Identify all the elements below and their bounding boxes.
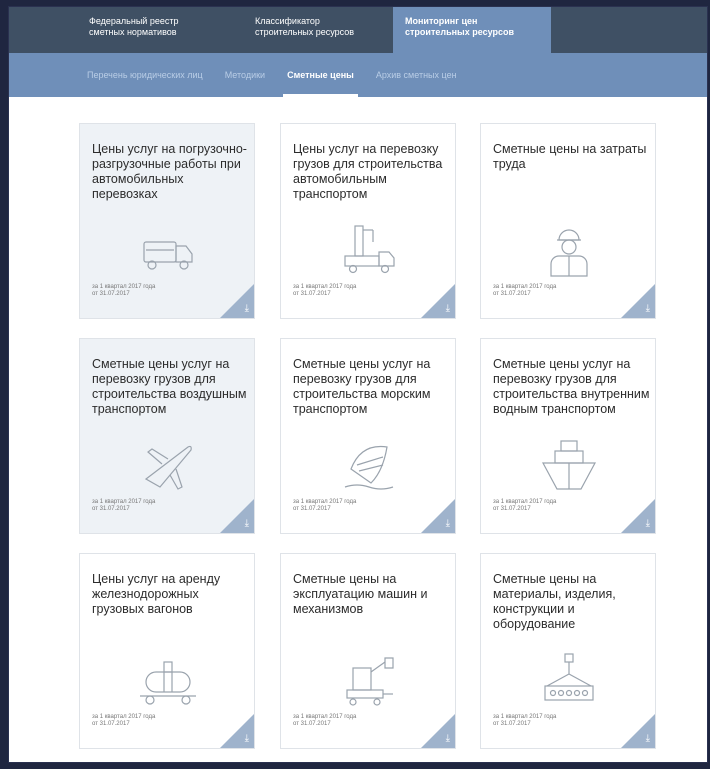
subnav-estimated-prices[interactable]: Сметные цены xyxy=(283,53,358,97)
sea-ship-icon xyxy=(333,435,405,495)
download-icon[interactable]: ⤓ xyxy=(646,734,650,744)
card-date: за 1 квартал 2017 года от 31.07.2017 xyxy=(493,499,556,513)
card-river-transport[interactable]: Сметные цены услуг на перевозку грузов д… xyxy=(480,338,656,534)
date-line: от 31.07.2017 xyxy=(493,506,531,512)
worker-icon xyxy=(533,220,605,280)
download-icon[interactable]: ⤓ xyxy=(446,304,450,314)
date-line: от 31.07.2017 xyxy=(293,291,331,297)
card-machines[interactable]: Сметные цены на эксплуатацию машин и мех… xyxy=(280,553,456,749)
download-icon[interactable]: ⤓ xyxy=(646,519,650,529)
card-title: Сметные цены услуг на перевозку грузов д… xyxy=(92,357,247,416)
subnav-price-archive[interactable]: Архив сметных цен xyxy=(376,53,457,97)
tab-federal-registry[interactable]: Федеральный реестр сметных нормативов xyxy=(77,7,243,53)
tab-label: Федеральный реестр xyxy=(89,16,179,26)
card-title: Цены услуг на погрузочно-разгрузочные ра… xyxy=(92,142,247,201)
excavator-icon xyxy=(333,650,405,710)
truck-icon xyxy=(132,220,204,280)
tab-label: строительных ресурсов xyxy=(405,27,515,37)
tab-label: строительных ресурсов xyxy=(255,27,355,37)
tab-classifier[interactable]: Классификатор строительных ресурсов xyxy=(243,7,393,53)
card-title: Сметные цены на материалы, изделия, конс… xyxy=(493,572,616,631)
card-title: Сметные цены услуг на перевозку грузов д… xyxy=(293,357,431,416)
card-sea-transport[interactable]: Сметные цены услуг на перевозку грузов д… xyxy=(280,338,456,534)
download-icon[interactable]: ⤓ xyxy=(245,519,249,529)
date-line: за 1 квартал 2017 года xyxy=(92,284,156,290)
card-labor-costs[interactable]: Сметные цены на затраты труда за 1 кварт… xyxy=(480,123,656,319)
card-materials[interactable]: Сметные цены на материалы, изделия, конс… xyxy=(480,553,656,749)
crane-truck-icon xyxy=(333,220,405,280)
tab-label: Классификатор xyxy=(255,16,320,26)
subnav-legal-entities[interactable]: Перечень юридических лиц xyxy=(87,53,203,97)
card-auto-transport[interactable]: Цены услуг на перевозку грузов для строи… xyxy=(280,123,456,319)
download-icon[interactable]: ⤓ xyxy=(245,734,249,744)
subnav-methods[interactable]: Методики xyxy=(225,53,265,97)
card-title: Цены услуг на аренду железнодорожных гру… xyxy=(92,572,221,616)
date-line: за 1 квартал 2017 года xyxy=(493,284,557,290)
card-air-transport[interactable]: Сметные цены услуг на перевозку грузов д… xyxy=(79,338,255,534)
download-icon[interactable]: ⤓ xyxy=(245,304,249,314)
date-line: за 1 квартал 2017 года xyxy=(493,499,557,505)
date-line: от 31.07.2017 xyxy=(293,506,331,512)
date-line: от 31.07.2017 xyxy=(92,291,130,297)
card-date: за 1 квартал 2017 года от 31.07.2017 xyxy=(92,499,155,513)
download-icon[interactable]: ⤓ xyxy=(446,519,450,529)
rail-tank-car-icon xyxy=(132,650,204,710)
card-rail-wagons[interactable]: Цены услуг на аренду железнодорожных гру… xyxy=(79,553,255,749)
card-grid: Цены услуг на погрузочно-разгрузочные ра… xyxy=(9,97,707,762)
card-date: за 1 квартал 2017 года от 31.07.2017 xyxy=(493,284,556,298)
sub-navigation: Перечень юридических лиц Методики Сметны… xyxy=(9,53,707,97)
date-line: за 1 квартал 2017 года xyxy=(493,714,557,720)
date-line: за 1 квартал 2017 года xyxy=(293,499,357,505)
card-date: за 1 квартал 2017 года от 31.07.2017 xyxy=(293,499,356,513)
tab-label: сметных нормативов xyxy=(89,27,177,37)
card-date: за 1 квартал 2017 года от 31.07.2017 xyxy=(293,284,356,298)
date-line: за 1 квартал 2017 года xyxy=(92,714,156,720)
card-loading-services[interactable]: Цены услуг на погрузочно-разгрузочные ра… xyxy=(79,123,255,319)
date-line: от 31.07.2017 xyxy=(493,721,531,727)
top-navigation: Федеральный реестр сметных нормативов Кл… xyxy=(9,7,707,53)
date-line: от 31.07.2017 xyxy=(293,721,331,727)
date-line: от 31.07.2017 xyxy=(493,291,531,297)
airplane-icon xyxy=(132,435,204,495)
card-title: Сметные цены услуг на перевозку грузов д… xyxy=(493,357,650,416)
date-line: за 1 квартал 2017 года xyxy=(293,714,357,720)
river-ship-icon xyxy=(533,435,605,495)
page-frame: Федеральный реестр сметных нормативов Кл… xyxy=(8,6,708,763)
tab-label: Мониторинг цен xyxy=(405,16,478,26)
crane-load-icon xyxy=(533,650,605,710)
date-line: от 31.07.2017 xyxy=(92,506,130,512)
tab-price-monitoring[interactable]: Мониторинг цен строительных ресурсов xyxy=(393,7,551,53)
date-line: от 31.07.2017 xyxy=(92,721,130,727)
card-date: за 1 квартал 2017 года от 31.07.2017 xyxy=(293,714,356,728)
card-title: Сметные цены на затраты труда xyxy=(493,142,647,171)
download-icon[interactable]: ⤓ xyxy=(446,734,450,744)
date-line: за 1 квартал 2017 года xyxy=(293,284,357,290)
card-title: Цены услуг на перевозку грузов для строи… xyxy=(293,142,443,201)
card-date: за 1 квартал 2017 года от 31.07.2017 xyxy=(493,714,556,728)
date-line: за 1 квартал 2017 года xyxy=(92,499,156,505)
card-date: за 1 квартал 2017 года от 31.07.2017 xyxy=(92,284,155,298)
card-title: Сметные цены на эксплуатацию машин и мех… xyxy=(293,572,428,616)
download-icon[interactable]: ⤓ xyxy=(646,304,650,314)
card-date: за 1 квартал 2017 года от 31.07.2017 xyxy=(92,714,155,728)
